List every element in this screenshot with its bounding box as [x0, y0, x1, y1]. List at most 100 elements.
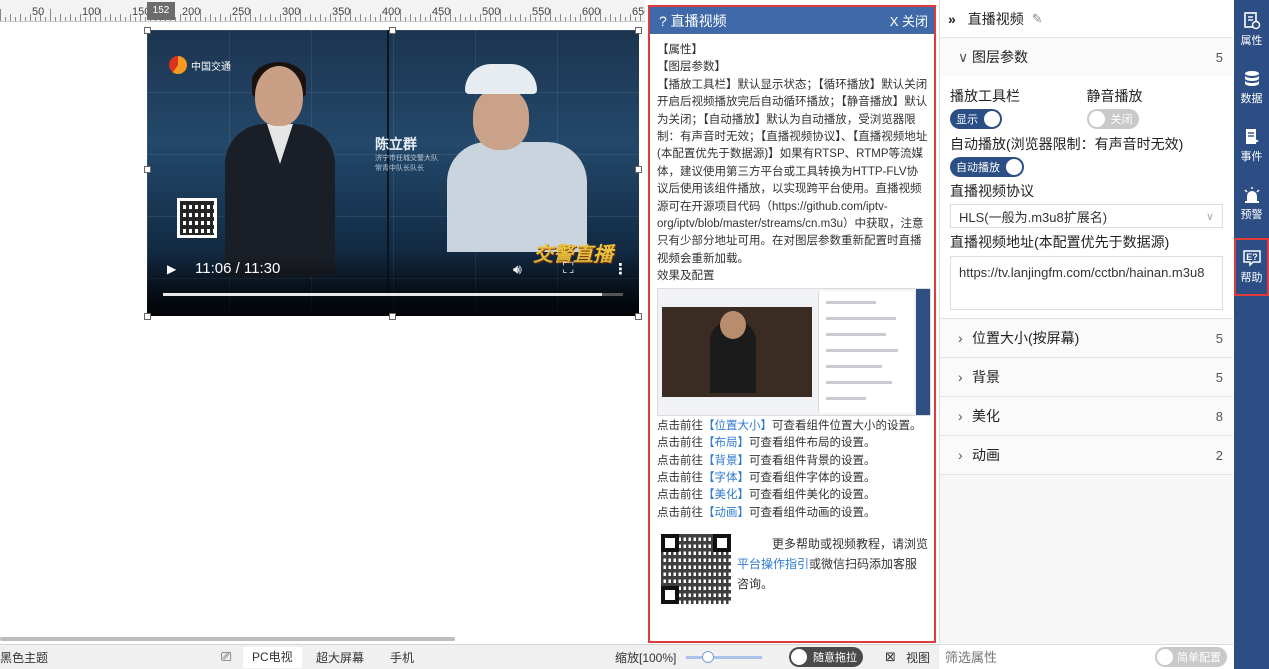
property-section: › 位置大小(按屏幕) 5 [940, 319, 1233, 358]
platform-guide-link[interactable]: 平台操作指引 [737, 557, 809, 571]
close-help-button[interactable]: X 关闭 [890, 11, 928, 30]
ruler-tick [610, 14, 611, 21]
design-canvas[interactable]: 5010015020025030035040045050055060065015… [0, 0, 645, 644]
ruler-tick [175, 17, 176, 21]
properties-panel: » 直播视频 ✎ ∨ 图层参数 5 播放工具栏 显示 静音播放 关闭 自动播放(浏… [939, 0, 1233, 644]
iconbar-label: 属性 [1240, 35, 1263, 47]
section-label: 背景 [972, 369, 1000, 385]
url-textarea[interactable]: https://tv.lanjingfm.com/cctbn/hainan.m3… [950, 256, 1223, 310]
zoom-slider-handle[interactable] [702, 651, 714, 663]
iconbar-label: 预警 [1240, 209, 1263, 221]
help-effect-label: 效果及配置 [657, 270, 715, 283]
iconbar-label: 帮助 [1240, 272, 1263, 284]
ruler-tick [380, 14, 381, 21]
help-heading-attr: 【属性】 [657, 44, 703, 56]
tab-mobile[interactable]: 手机 [390, 649, 414, 666]
ruler-tick [360, 14, 361, 21]
section-header[interactable]: › 动画 2 [940, 436, 1233, 474]
properties-title-bar: » 直播视频 ✎ [940, 0, 1233, 38]
help-section-link[interactable]: 【位置大小】 [703, 420, 772, 432]
tab-pc-tv[interactable]: PC电视 [243, 647, 302, 668]
ruler-tick [280, 14, 281, 21]
ruler-tick [505, 17, 506, 21]
resize-handle-ne[interactable] [635, 27, 642, 34]
ruler-tick [620, 14, 621, 21]
ruler-tick [405, 17, 406, 21]
guest-namecard: 陈立群 济宁市任城交警大队 常青中队长队长 [375, 134, 438, 174]
help-link-suffix: 可查看组件布局的设置。 [749, 437, 876, 450]
ruler-tick [325, 17, 326, 21]
section-header-layer-params[interactable]: ∨ 图层参数 5 [940, 38, 1233, 76]
mute-toggle[interactable]: 关闭 [1086, 109, 1139, 129]
resize-handle-s[interactable] [389, 313, 396, 320]
help-section-link[interactable]: 【美化】 [703, 489, 749, 501]
mute-toggle-text: 关闭 [1110, 114, 1133, 126]
section-header[interactable]: › 位置大小(按屏幕) 5 [940, 319, 1233, 357]
filter-properties-input[interactable] [945, 649, 1125, 665]
help-section-link[interactable]: 【布局】 [703, 437, 749, 449]
ruler-tick [45, 17, 46, 21]
zoom-slider[interactable] [686, 651, 762, 663]
video-time: 11:06 / 11:30 [195, 260, 281, 277]
iconbar-label: 事件 [1240, 151, 1263, 163]
simple-config-toggle[interactable]: 简单配置 [1155, 647, 1227, 667]
iconbar-alarm[interactable]: 预警 [1234, 178, 1269, 230]
iconbar-label: 数据 [1240, 93, 1263, 105]
resize-handle-nw[interactable] [144, 27, 151, 34]
resize-handle-e[interactable] [635, 166, 642, 173]
toolbar-toggle[interactable]: 显示 [950, 109, 1002, 129]
theme-switch[interactable]: 黑色主题 [0, 649, 48, 666]
help-panel-header: ? 直播视频 X 关闭 [650, 7, 934, 34]
ruler-tick [305, 17, 306, 21]
volume-icon[interactable]: 🔊︎ [513, 261, 522, 278]
fullscreen-icon[interactable]: ⛶ [563, 260, 574, 277]
help-link-suffix: 可查看组件字体的设置。 [749, 471, 876, 484]
collapse-panel-icon[interactable]: » [948, 11, 956, 27]
help-section-link[interactable]: 【字体】 [703, 472, 749, 484]
help-panel: ? 直播视频 X 关闭 【属性】 【图层参数】 【播放工具栏】默认显示状态；【循… [648, 5, 936, 643]
zoom-label: 缩放[100%] [615, 651, 677, 665]
free-drag-toggle[interactable]: 随意拖拉 [789, 647, 863, 667]
help-section-link[interactable]: 【动画】 [703, 507, 749, 519]
svg-text:E?: E? [1246, 252, 1258, 262]
resize-handle-n[interactable] [389, 27, 396, 34]
view-label[interactable]: 视图 [906, 649, 930, 666]
protocol-value: HLS(一般为.m3u8扩展名) [959, 209, 1108, 225]
horizontal-scrollbar[interactable] [0, 637, 455, 641]
resize-handle-sw[interactable] [144, 313, 151, 320]
iconbar-property[interactable]: 属性 [1234, 4, 1269, 56]
more-options-icon[interactable]: ⋮ [613, 260, 628, 278]
iconbar-help[interactable]: E? 帮助 [1234, 238, 1269, 296]
edit-name-icon[interactable]: ✎ [1032, 11, 1043, 27]
tab-large-screen[interactable]: 超大屏幕 [316, 649, 364, 666]
live-video-component[interactable]: 中国交通 陈立群 济宁市任城交警大队 常青中队长队长 交警直播 ▶ 11:06 … [147, 30, 639, 316]
video-progress-bar[interactable] [163, 293, 623, 296]
ruler-tick [60, 14, 61, 21]
ruler-position-marker: 152 [147, 2, 175, 20]
play-icon[interactable]: ▶ [167, 262, 176, 276]
protocol-select[interactable]: HLS(一般为.m3u8扩展名) ∨ [950, 204, 1223, 228]
ruler-tick [15, 17, 16, 21]
ruler-tick [180, 14, 181, 21]
view-icon[interactable]: ⊠ [885, 649, 896, 665]
help-link-prefix: 点击前往 [657, 489, 703, 502]
ruler-tick [355, 17, 356, 21]
help-section-link[interactable]: 【背景】 [703, 455, 749, 467]
resize-handle-se[interactable] [635, 313, 642, 320]
resize-handle-w[interactable] [144, 166, 151, 173]
help-link-prefix: 点击前往 [657, 437, 703, 450]
ruler-label: 400 [382, 6, 401, 18]
iconbar-event[interactable]: 事件 [1234, 120, 1269, 172]
alarm-icon [1244, 187, 1259, 203]
simple-config-text: 简单配置 [1177, 652, 1221, 664]
section-header[interactable]: › 美化 8 [940, 397, 1233, 435]
autoplay-toggle[interactable]: 自动播放 [950, 157, 1024, 177]
section-count: 2 [1215, 447, 1223, 463]
iconbar-data[interactable]: 数据 [1234, 62, 1269, 114]
ruler-tick [475, 17, 476, 21]
help-link-row: 点击前往【布局】可查看组件布局的设置。 [657, 435, 928, 452]
ruler-tick [125, 17, 126, 21]
help-link-row: 点击前往【字体】可查看组件字体的设置。 [657, 470, 928, 487]
ruler-tick [120, 14, 121, 21]
section-header[interactable]: › 背景 5 [940, 358, 1233, 396]
